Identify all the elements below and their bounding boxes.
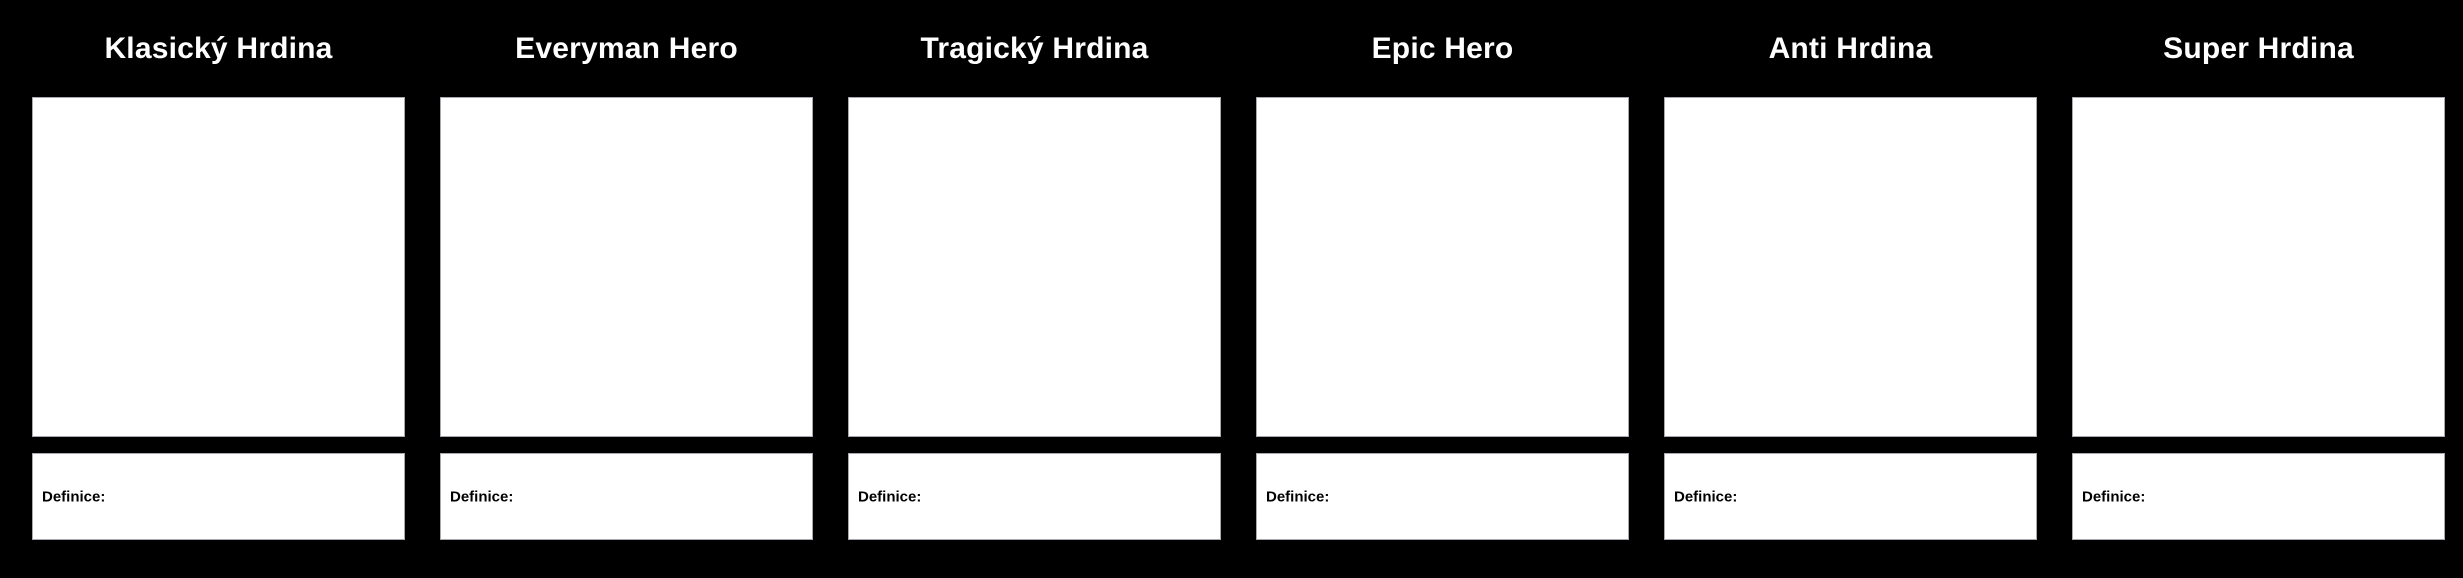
storyboard-cell: Anti Hrdina Definice: [1664, 0, 2037, 540]
cell-spacer [1256, 437, 1629, 453]
storyboard-cell: Everyman Hero Definice: [440, 0, 813, 540]
cell-image-canvas[interactable] [32, 97, 405, 437]
cell-image-canvas[interactable] [848, 97, 1221, 437]
cell-definition-box[interactable]: Definice: [848, 453, 1221, 540]
cell-title: Everyman Hero [515, 32, 738, 65]
cell-definition-box[interactable]: Definice: [2072, 453, 2445, 540]
storyboard-cell: Super Hrdina Definice: [2072, 0, 2445, 540]
definition-label: Definice: [450, 488, 514, 505]
storyboard-cell: Klasický Hrdina Definice: [32, 0, 405, 540]
cell-definition-box[interactable]: Definice: [1664, 453, 2037, 540]
definition-label: Definice: [1674, 488, 1738, 505]
cell-image-canvas[interactable] [2072, 97, 2445, 437]
cell-spacer [2072, 437, 2445, 453]
cell-spacer [1664, 437, 2037, 453]
storyboard-cell: Epic Hero Definice: [1256, 0, 1629, 540]
cell-image-canvas[interactable] [440, 97, 813, 437]
cell-title: Klasický Hrdina [104, 32, 333, 65]
cell-image-canvas[interactable] [1256, 97, 1629, 437]
cell-spacer [440, 437, 813, 453]
definition-label: Definice: [2082, 488, 2146, 505]
cell-definition-box[interactable]: Definice: [1256, 453, 1629, 540]
definition-label: Definice: [858, 488, 922, 505]
cell-spacer [848, 437, 1221, 453]
cell-spacer [32, 437, 405, 453]
cell-definition-box[interactable]: Definice: [440, 453, 813, 540]
cell-title: Epic Hero [1371, 32, 1514, 65]
storyboard-cell: Tragický Hrdina Definice: [848, 0, 1221, 540]
storyboard-grid: Klasický Hrdina Definice: Everyman Hero … [0, 0, 2463, 578]
definition-label: Definice: [1266, 488, 1330, 505]
cell-title: Super Hrdina [2163, 32, 2354, 65]
cell-title: Tragický Hrdina [920, 32, 1149, 65]
cell-definition-box[interactable]: Definice: [32, 453, 405, 540]
definition-label: Definice: [42, 488, 106, 505]
cell-title: Anti Hrdina [1768, 32, 1933, 65]
cell-image-canvas[interactable] [1664, 97, 2037, 437]
